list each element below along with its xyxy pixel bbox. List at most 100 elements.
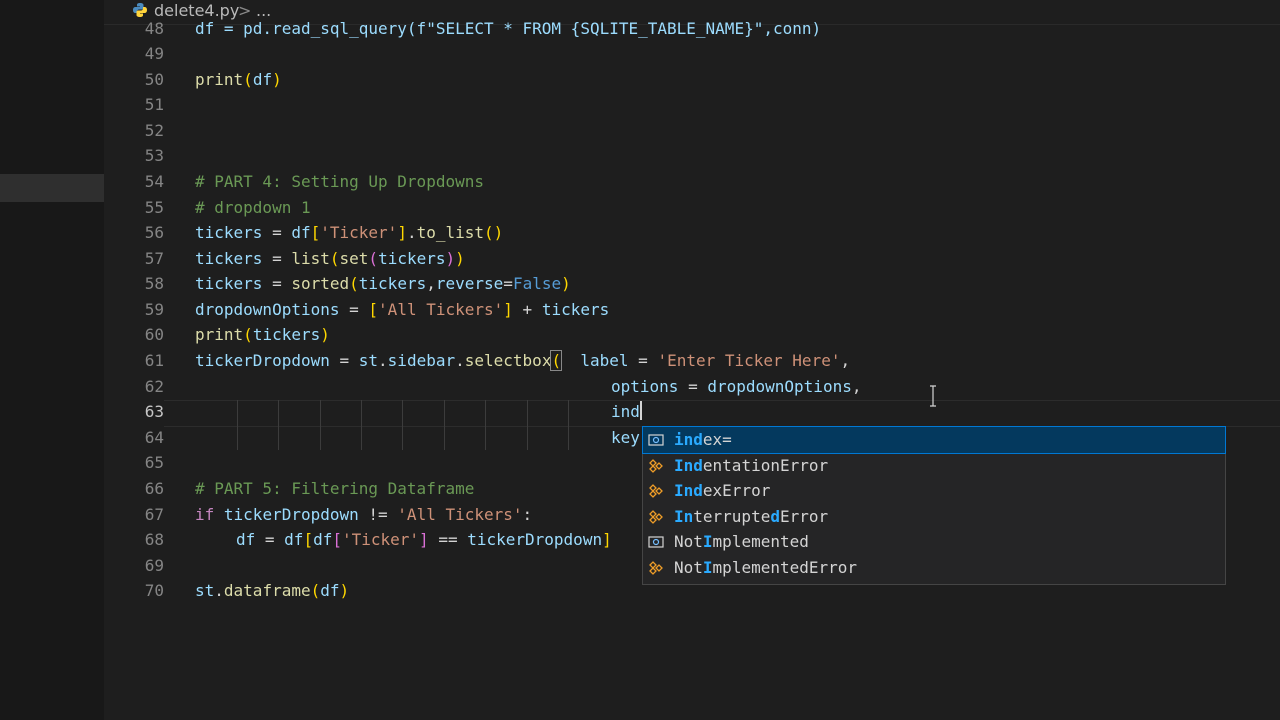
line-number: 52 [144, 121, 164, 140]
line-number: 64 [144, 428, 164, 447]
line-number: 61 [144, 351, 164, 370]
code-token: , [851, 377, 862, 396]
code-token: set [339, 249, 369, 268]
suggestion-item-selected[interactable]: index= [642, 426, 1226, 454]
match-highlight: In [674, 507, 694, 526]
code-token: 'All Tickers' [378, 300, 504, 319]
line-number: 50 [144, 70, 164, 89]
code-token: . [455, 351, 465, 370]
code-token: = [262, 274, 292, 293]
activity-bar [0, 0, 104, 720]
code-token: ] [397, 223, 407, 242]
line-number: 59 [144, 300, 164, 319]
code-line-67: if tickerDropdown != 'All Tickers': [195, 502, 532, 528]
code-token: dropdownOptions [707, 377, 852, 396]
code-token: ( [368, 249, 379, 268]
code-line-48: df = pd.read_sql_query(f"SELECT * FROM {… [195, 16, 821, 42]
code-token: st [195, 581, 215, 600]
code-line-50: print(df) [195, 67, 282, 93]
code-token: ) [455, 249, 465, 268]
matching-bracket: ( [550, 350, 563, 371]
line-number: 66 [144, 479, 164, 498]
code-token: == [428, 530, 468, 549]
match-highlight: d [770, 507, 780, 526]
code-token: = [678, 377, 708, 396]
line-number-active: 63 [144, 402, 164, 421]
code-token: key [611, 428, 640, 447]
code-line-59: dropdownOptions = ['All Tickers'] + tick… [195, 297, 609, 323]
code-token: ] [503, 300, 513, 319]
code-token: dataframe [223, 581, 311, 600]
code-token: reverse [435, 274, 504, 293]
suggestion-label: InterruptedError [674, 504, 828, 530]
autocomplete-suggestion-widget[interactable]: index= IndentationError IndexError Inter… [642, 426, 1226, 585]
code-token: : [522, 505, 533, 524]
code-token: df [284, 530, 304, 549]
code-line-56: tickers = df['Ticker'].to_list() [195, 220, 503, 246]
suggestion-text: mplementedError [712, 558, 858, 577]
line-number: 51 [144, 95, 164, 114]
suggestion-text: N [674, 532, 684, 551]
code-editor[interactable]: df = pd.read_sql_query(f"SELECT * FROM {… [195, 0, 1280, 720]
code-token: ( [329, 249, 340, 268]
code-token: = [262, 249, 292, 268]
code-token: st [358, 351, 379, 370]
class-icon [649, 459, 663, 473]
code-token: , [426, 274, 436, 293]
code-token: label [561, 351, 629, 370]
class-icon [649, 484, 663, 498]
code-text: df = pd.read_sql_query(f"SELECT * FROM {… [195, 19, 822, 38]
match-highlight: ind [674, 430, 703, 449]
code-token: , [840, 351, 851, 370]
code-token: tickers [195, 223, 263, 242]
code-line-64: key [611, 425, 640, 451]
suggestion-text: terrupte [693, 507, 771, 526]
code-token: + [512, 300, 542, 319]
code-token: . [406, 223, 417, 242]
code-token: ( [310, 581, 321, 600]
code-token: ) [339, 581, 350, 600]
code-token: tickers [252, 325, 321, 344]
code-token: . [214, 581, 224, 600]
code-token: tickers [358, 274, 427, 293]
suggestion-item[interactable]: IndentationError [643, 453, 1225, 479]
code-token: tickerDropdown [195, 351, 330, 370]
code-token: ind [611, 402, 640, 421]
suggestion-text: Error [779, 507, 829, 526]
suggestion-item[interactable]: NotImplemented [643, 529, 1225, 555]
code-token: . [378, 351, 388, 370]
code-token: ( [349, 274, 359, 293]
line-number: 53 [144, 146, 164, 165]
match-highlight: Ind [674, 481, 703, 500]
code-token: () [484, 223, 504, 242]
line-number: 57 [144, 249, 164, 268]
suggestion-item[interactable]: NotImplementedError [643, 555, 1225, 581]
code-token: 'Enter Ticker Here' [657, 351, 841, 370]
line-number-gutter: 48 49 50 51 52 53 54 55 56 57 58 59 60 6… [104, 0, 164, 720]
code-token: ) [561, 274, 571, 293]
class-icon [649, 561, 663, 575]
code-token: options [611, 377, 679, 396]
code-token: = [262, 223, 292, 242]
line-number: 65 [144, 453, 164, 472]
suggestion-label: IndexError [674, 478, 770, 504]
suggestion-label: NotImplemented [674, 529, 809, 555]
code-line-63: ind [611, 399, 642, 425]
class-icon [649, 510, 663, 524]
code-token: = [329, 351, 359, 370]
code-token: tickers [541, 300, 610, 319]
line-number: 69 [144, 556, 164, 575]
variable-icon [648, 536, 664, 548]
line-number: 48 [144, 19, 164, 38]
code-token: False [512, 274, 562, 293]
suggestion-item[interactable]: InterruptedError [643, 504, 1225, 530]
code-token: tickerDropdown [467, 530, 603, 549]
code-token: ) [272, 70, 282, 89]
code-token: print [195, 70, 244, 89]
suggestion-item[interactable]: IndexError [643, 478, 1225, 504]
code-token: df [236, 530, 256, 549]
code-line-70: st.dataframe(df) [195, 578, 349, 604]
suggestion-label: NotImplementedError [674, 555, 857, 581]
match-highlight: I [702, 532, 713, 551]
